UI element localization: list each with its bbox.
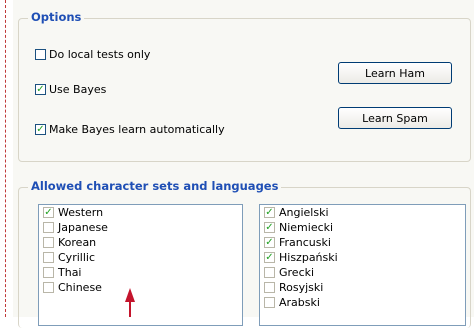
options-title: Options — [28, 10, 85, 24]
lang-angielski-checkbox[interactable]: ✓ — [264, 207, 275, 218]
do-local-tests-checkbox[interactable] — [35, 49, 46, 60]
lang-hiszpanski-checkbox[interactable]: ✓ — [264, 252, 275, 263]
list-item[interactable]: ✓ Francuski — [260, 235, 465, 250]
charset-list-right[interactable]: ✓ Angielski ✓ Niemiecki ✓ Francuski ✓ Hi… — [259, 204, 466, 326]
do-local-tests-option[interactable]: Do local tests only — [35, 48, 150, 61]
list-item-label: Thai — [58, 266, 82, 279]
list-item[interactable]: Rosyjski — [260, 280, 465, 295]
list-item[interactable]: Grecki — [260, 265, 465, 280]
list-item[interactable]: ✓ Hiszpański — [260, 250, 465, 265]
list-item[interactable]: Thai — [39, 265, 242, 280]
list-item-label: Grecki — [279, 266, 315, 279]
make-bayes-learn-checkbox[interactable]: ✓ — [35, 124, 46, 135]
settings-panel: Options Do local tests only ✓ Use Bayes … — [13, 0, 474, 328]
charset-thai-checkbox[interactable] — [43, 267, 54, 278]
charsets-title: Allowed character sets and languages — [28, 179, 282, 193]
list-item[interactable]: Korean — [39, 235, 242, 250]
list-item-label: Arabski — [279, 296, 320, 309]
charsets-group: Allowed character sets and languages ✓ W… — [18, 179, 471, 328]
charset-japanese-checkbox[interactable] — [43, 222, 54, 233]
lang-francuski-checkbox[interactable]: ✓ — [264, 237, 275, 248]
charset-korean-checkbox[interactable] — [43, 237, 54, 248]
list-item-label: Hiszpański — [279, 251, 338, 264]
list-item-label: Japanese — [58, 221, 108, 234]
annotation-arrow-stem — [129, 300, 131, 317]
page-margin-line — [5, 0, 7, 317]
options-group: Options Do local tests only ✓ Use Bayes … — [18, 10, 471, 162]
list-item-label: Chinese — [58, 281, 102, 294]
list-item-label: Korean — [58, 236, 97, 249]
charset-list-left[interactable]: ✓ Western Japanese Korean Cyrillic Thai — [38, 204, 243, 326]
list-item[interactable]: ✓ Angielski — [260, 205, 465, 220]
list-item-label: Francuski — [279, 236, 331, 249]
list-item[interactable]: Arabski — [260, 295, 465, 310]
make-bayes-learn-option[interactable]: ✓ Make Bayes learn automatically — [35, 123, 225, 136]
use-bayes-label: Use Bayes — [49, 83, 107, 96]
list-item[interactable]: Cyrillic — [39, 250, 242, 265]
list-item[interactable]: ✓ Niemiecki — [260, 220, 465, 235]
use-bayes-option[interactable]: ✓ Use Bayes — [35, 83, 106, 96]
lang-grecki-checkbox[interactable] — [264, 267, 275, 278]
list-item-label: Rosyjski — [279, 281, 324, 294]
lang-rosyjski-checkbox[interactable] — [264, 282, 275, 293]
list-item-label: Angielski — [279, 206, 329, 219]
lang-niemiecki-checkbox[interactable]: ✓ — [264, 222, 275, 233]
lang-arabski-checkbox[interactable] — [264, 297, 275, 308]
charset-chinese-checkbox[interactable] — [43, 282, 54, 293]
list-item[interactable]: Japanese — [39, 220, 242, 235]
make-bayes-learn-label: Make Bayes learn automatically — [49, 123, 225, 136]
list-item-label: Western — [58, 206, 104, 219]
list-item-label: Cyrillic — [58, 251, 95, 264]
do-local-tests-label: Do local tests only — [49, 48, 151, 61]
learn-spam-button[interactable]: Learn Spam — [338, 107, 452, 129]
learn-ham-button[interactable]: Learn Ham — [338, 62, 452, 84]
use-bayes-checkbox[interactable]: ✓ — [35, 84, 46, 95]
charset-cyrillic-checkbox[interactable] — [43, 252, 54, 263]
list-item[interactable]: ✓ Western — [39, 205, 242, 220]
charset-western-checkbox[interactable]: ✓ — [43, 207, 54, 218]
list-item[interactable]: Chinese — [39, 280, 242, 295]
list-item-label: Niemiecki — [279, 221, 334, 234]
